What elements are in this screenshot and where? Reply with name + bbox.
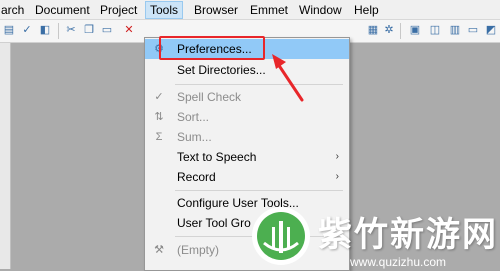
menu-tools[interactable]: Tools [145, 1, 184, 19]
menu-item-label: Sort... [177, 110, 210, 124]
menu-search[interactable]: arch [0, 2, 28, 18]
menu-item-spell-check[interactable]: ✓ Spell Check [145, 87, 349, 107]
toolbar-separator [58, 23, 59, 39]
grid-icon[interactable]: ▦ [366, 23, 380, 37]
watermark-text: 紫竹新游网 [318, 215, 498, 255]
left-panel [0, 43, 11, 269]
submenu-arrow-icon: › [335, 151, 339, 162]
menu-browser[interactable]: Browser [190, 2, 242, 18]
spellcheck-icon: ✓ [154, 91, 164, 103]
tag-icon[interactable]: ◩ [484, 23, 498, 37]
sort-icon: ⇅ [154, 111, 164, 123]
settings-icon[interactable]: ✲ [382, 23, 396, 37]
menu-item-label: Spell Check [177, 90, 242, 104]
watermark-url: www.quzizhu.com [350, 255, 447, 269]
menu-item-label: Sum... [177, 130, 212, 144]
window-alt-icon[interactable]: ◫ [428, 23, 442, 37]
submenu-arrow-icon: › [335, 171, 339, 182]
cut-icon[interactable]: ✂ [64, 23, 78, 37]
copy-icon[interactable]: ❐ [82, 23, 96, 37]
menu-help[interactable]: Help [350, 2, 383, 18]
menu-emmet[interactable]: Emmet [246, 2, 292, 18]
book-icon[interactable]: ▥ [448, 23, 462, 37]
menu-item-set-directories[interactable]: Set Directories... [145, 60, 349, 80]
watermark: 紫竹新游网 www.quzizhu.com [248, 205, 500, 269]
menu-separator [175, 84, 343, 85]
menu-item-label: User Tool Gro [177, 216, 251, 230]
menu-item-label: (Empty) [177, 243, 219, 257]
menu-document[interactable]: Document [31, 2, 94, 18]
tools-icon: ⚒ [154, 244, 164, 256]
highlight-box [159, 36, 265, 60]
menu-item-text-to-speech[interactable]: Text to Speech › [145, 147, 349, 167]
delete-icon[interactable]: ✕ [122, 23, 136, 37]
menu-item-label: Text to Speech [177, 150, 257, 164]
menu-window[interactable]: Window [295, 2, 346, 18]
print-icon[interactable]: ▤ [2, 23, 16, 37]
bamboo-logo-icon [252, 207, 310, 265]
paste-icon[interactable]: ▭ [100, 23, 114, 37]
menu-separator [175, 190, 343, 191]
preview-icon[interactable]: ◧ [38, 23, 52, 37]
menu-project[interactable]: Project [96, 2, 141, 18]
menu-item-label: Record [177, 170, 216, 184]
menu-item-label: Set Directories... [177, 63, 266, 77]
toolbar-separator [400, 23, 401, 39]
menu-item-sort[interactable]: ⇅ Sort... [145, 107, 349, 127]
menu-item-record[interactable]: Record › [145, 167, 349, 187]
monitor-icon[interactable]: ▭ [466, 23, 480, 37]
sigma-icon: Σ [155, 131, 163, 143]
spellcheck-icon[interactable]: ✓ [20, 23, 34, 37]
menu-item-sum[interactable]: Σ Sum... [145, 127, 349, 147]
window-icon[interactable]: ▣ [408, 23, 422, 37]
menu-bar: arch Document Project Tools Browser Emme… [0, 0, 500, 20]
